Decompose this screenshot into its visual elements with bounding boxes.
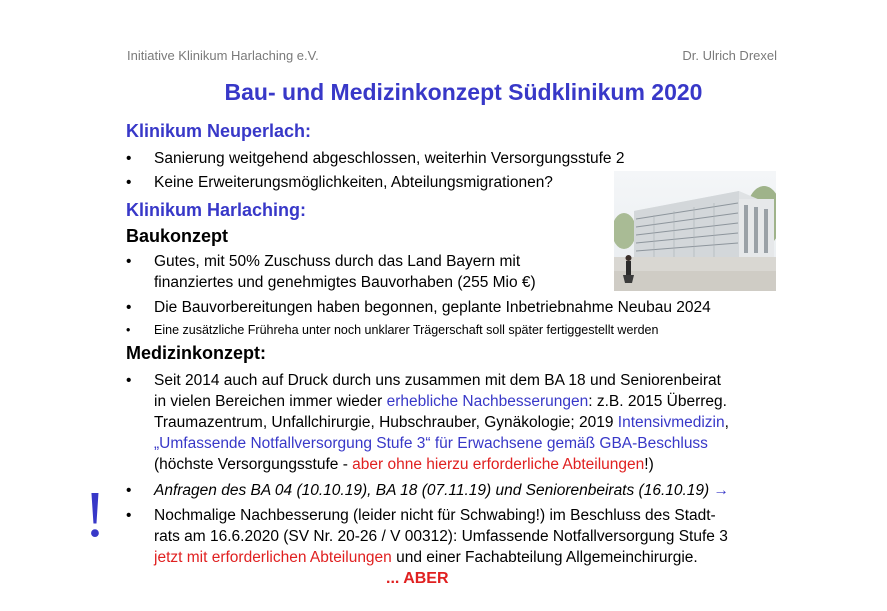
exclamation-mark: ! [84,478,106,551]
bullet-text: Gutes, mit 50% Zuschuss durch das Land B… [154,253,521,270]
bullet-marker: • [126,150,132,167]
bullet-text: in vielen Bereichen immer wieder erhebli… [154,391,727,412]
bullet-text: finanziertes und genehmigtes Bauvorhaben… [154,274,536,291]
bullet-text: Traumazentrum, Unfallchirurgie, Hubschra… [154,412,729,433]
alert-text: aber ohne hierzu erforderliche Abteilung… [352,456,645,473]
medizinkonzept-heading: Medizinkonzept: [126,343,266,363]
harlaching-heading: Klinikum Harlaching: [126,200,307,220]
bullet-text: rats am 16.6.2020 (SV Nr. 20-26 / V 0031… [154,528,728,545]
page-title: Bau- und Medizinkonzept Südklinikum 2020 [224,79,703,105]
text-segment: Anfragen des BA 04 (10.10.19), BA 18 (07… [154,482,714,499]
bullet-marker: • [126,299,132,316]
bullet-text: jetzt mit erforderlichen Abteilungen und… [154,547,698,568]
highlight-text: Intensivmedizin [617,414,725,431]
highlight-text: erhebliche Nachbesserungen [386,393,589,410]
bullet-text: (höchste Versorgungsstufe - aber ohne hi… [154,454,654,475]
hospital-building-image [614,171,776,291]
arrow-right-icon: → [713,482,730,499]
text-segment: , [724,414,729,431]
text-segment: und einer Fachabteilung Allgemeinchirurg… [391,549,698,566]
neuperlach-heading: Klinikum Neuperlach: [126,121,312,141]
bullet-text: Keine Erweiterungsmöglichkeiten, Abteilu… [154,174,553,191]
bullet-marker: • [126,323,131,337]
bullet-marker: • [126,507,132,524]
bullet-text: Nochmalige Nachbesserung (leider nicht f… [154,507,716,524]
aber-callout: ... ABER [386,570,449,587]
text-segment: in vielen Bereichen immer wieder [154,393,387,410]
text-segment: Traumazentrum, Unfallchirurgie, Hubschra… [154,414,618,431]
text-segment: !) [644,456,654,473]
alert-text: jetzt mit erforderlichen Abteilungen [154,549,392,566]
header-organization: Initiative Klinikum Harlaching e.V. [127,48,319,63]
bullet-marker: • [126,482,132,499]
bullet-text: Die Bauvorbereitungen haben begonnen, ge… [154,299,711,316]
bullet-text: Eine zusätzliche Frühreha unter noch unk… [154,323,659,337]
baukonzept-heading: Baukonzept [126,226,229,246]
text-segment: : z.B. 2015 Überreg. [588,393,727,410]
bullet-text: Seit 2014 auch auf Druck durch uns zusam… [154,372,721,389]
bullet-text: Anfragen des BA 04 (10.10.19), BA 18 (07… [154,480,729,501]
header-author: Dr. Ulrich Drexel [682,48,777,63]
bullet-text: Sanierung weitgehend abgeschlossen, weit… [154,150,625,167]
bullet-text: „Umfassende Notfallversorgung Stufe 3“ f… [154,435,708,452]
bullet-marker: • [126,372,132,389]
bullet-marker: • [126,253,132,270]
bullet-marker: • [126,174,132,191]
text-segment: (höchste Versorgungsstufe - [154,456,353,473]
